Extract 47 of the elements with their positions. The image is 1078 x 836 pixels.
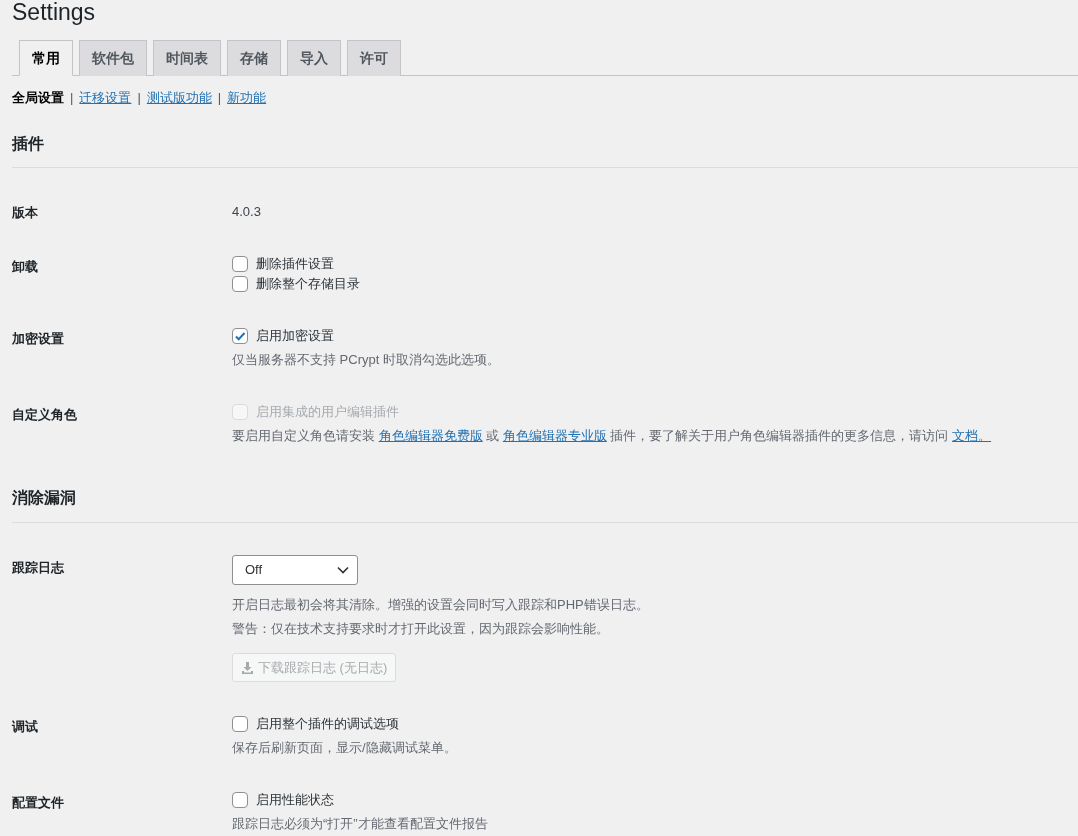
field-label: 跟踪日志	[12, 558, 65, 577]
field-label: 自定义角色	[12, 406, 78, 425]
subnav-link[interactable]: 新功能	[227, 88, 267, 108]
checkbox[interactable]	[232, 256, 248, 273]
description: 保存后刷新页面，显示/隐藏调试菜单。	[232, 739, 457, 758]
separator: |	[70, 89, 74, 108]
checkbox-label: 删除整个存储目录	[256, 275, 360, 294]
checkbox[interactable]	[232, 792, 248, 809]
field-value: 4.0.3	[232, 203, 261, 221]
description: 仅当服务器不支持 PCrypt 时取消勾选此选项。	[232, 351, 500, 370]
description: 要启用自定义角色请安装 角色编辑器免费版 或 角色编辑器专业版 插件，要了解关于用户角色编辑器插件的更多信息，请访问 文档。	[232, 427, 992, 446]
checkbox-label: 启用加密设置	[256, 327, 334, 346]
field-label: 加密设置	[12, 330, 65, 349]
description: 开启日志最初会将其清除。增强的设置会同时写入跟踪和PHP错误日志。	[232, 595, 649, 614]
tab[interactable]: 许可	[347, 40, 401, 77]
tab[interactable]: 常用	[19, 40, 73, 77]
section-heading: 插件	[12, 133, 1078, 168]
download-icon	[241, 660, 254, 674]
checkbox-label: 启用整个插件的调试选项	[256, 715, 399, 734]
tab[interactable]: 时间表	[153, 40, 221, 77]
chevron-down-icon	[337, 565, 349, 574]
field-label: 卸载	[12, 258, 39, 277]
checkbox[interactable]	[232, 328, 248, 345]
subnav-link[interactable]: 迁移设置	[79, 88, 132, 108]
subnav-link[interactable]: 测试版功能	[146, 88, 212, 108]
checkbox[interactable]	[232, 276, 248, 293]
section-heading: 消除漏洞	[12, 488, 1078, 523]
description: 跟踪日志必须为“打开”才能查看配置文件报告	[232, 815, 488, 834]
page-title: Settings	[12, 0, 97, 26]
link[interactable]: 文档。	[952, 428, 992, 444]
checkbox[interactable]	[232, 716, 248, 733]
checkbox-label: 启用集成的用户编辑插件	[256, 403, 399, 422]
subnav-current[interactable]: 全局设置	[12, 88, 64, 108]
field-label: 版本	[12, 204, 39, 222]
checkbox-label: 启用性能状态	[256, 791, 334, 810]
description: 警告：仅在技术支持要求时才打开此设置，因为跟踪会影响性能。	[232, 619, 609, 638]
field-label: 调试	[12, 718, 39, 737]
checkbox-label: 删除插件设置	[256, 255, 334, 274]
tab[interactable]: 存储	[227, 40, 281, 77]
dropdown[interactable]: Off	[232, 554, 358, 585]
field-label: 配置文件	[12, 794, 65, 813]
link[interactable]: 角色编辑器专业版	[502, 428, 607, 444]
separator: |	[137, 89, 141, 108]
link[interactable]: 角色编辑器免费版	[378, 428, 483, 444]
tab[interactable]: 软件包	[79, 40, 147, 77]
separator: |	[217, 89, 222, 108]
tab[interactable]: 导入	[287, 40, 341, 77]
